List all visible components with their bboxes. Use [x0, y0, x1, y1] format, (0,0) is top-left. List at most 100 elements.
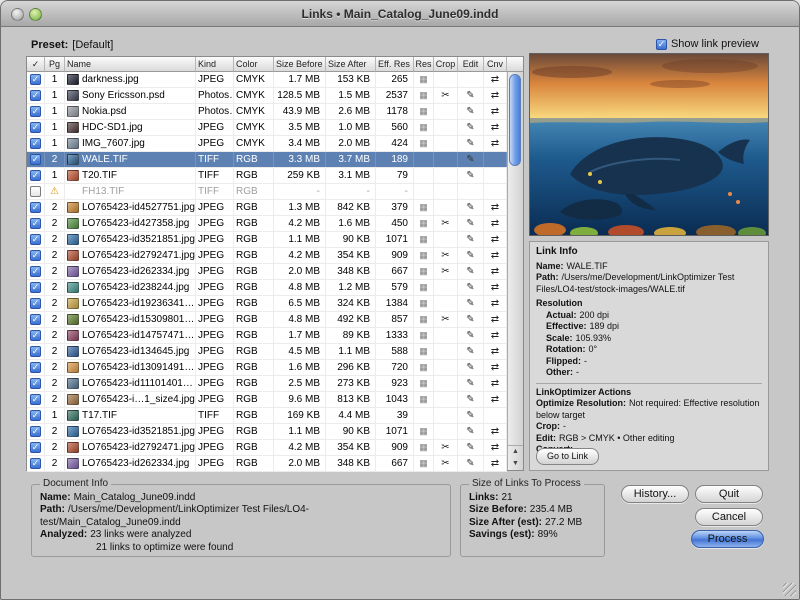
column-header-check[interactable]: ✓	[27, 57, 45, 72]
res-cell	[414, 184, 434, 199]
row-checkbox[interactable]: ✓	[30, 362, 41, 373]
row-checkbox[interactable]: ✓	[30, 298, 41, 309]
table-row[interactable]: ✓2LO765423-id13091491.jpgJPEGRGB1.6 MB29…	[27, 360, 507, 376]
row-checkbox[interactable]: ✓	[30, 218, 41, 229]
close-button[interactable]	[11, 8, 24, 21]
table-row[interactable]: ✓1T20.TIFTIFFRGB259 KB3.1 MB79✎	[27, 168, 507, 184]
table-row[interactable]: ✓1Sony Ericsson.psdPhotos…CMYK128.5 MB1.…	[27, 88, 507, 104]
table-row[interactable]: ✓1HDC-SD1.jpgJPEGCMYK3.5 MB1.0 MB560▦✎⇄	[27, 120, 507, 136]
kind-cell: TIFF	[196, 168, 234, 183]
eff-res-cell: 667	[376, 456, 414, 471]
row-checkbox[interactable]: ✓	[30, 90, 41, 101]
table-row[interactable]: ✓1Nokia.psdPhotos…CMYK43.9 MB2.6 MB1178▦…	[27, 104, 507, 120]
row-checkbox[interactable]: ✓	[30, 138, 41, 149]
crop-cell	[434, 392, 458, 407]
row-checkbox[interactable]: ✓	[30, 282, 41, 293]
column-header-eff-res[interactable]: Eff. Res	[376, 57, 414, 72]
file-thumbnail	[67, 154, 79, 165]
file-name: LO765423-id2792471.jpg	[82, 250, 195, 261]
show-link-preview[interactable]: ✓ Show link preview	[656, 38, 759, 50]
table-row[interactable]: ✓2LO765423-id19236341.jpgJPEGRGB6.5 MB32…	[27, 296, 507, 312]
pencil-icon: ✎	[466, 395, 474, 405]
table-scrollbar[interactable]: ▲ ▼	[507, 72, 523, 470]
table-row[interactable]: ✓2LO765423-id14757471.jpgJPEGRGB1.7 MB89…	[27, 328, 507, 344]
table-row[interactable]: ⚠FH13.TIFTIFFRGB---	[27, 184, 507, 200]
table-row[interactable]: ✓2LO765423-id262334.jpgJPEGRGB2.0 MB348 …	[27, 456, 507, 472]
row-checkbox[interactable]: ✓	[30, 122, 41, 133]
table-row[interactable]: ✓2LO765423-id427358.jpgJPEGRGB4.2 MB1.6 …	[27, 216, 507, 232]
file-thumbnail	[67, 362, 79, 373]
row-checkbox[interactable]: ✓	[30, 170, 41, 181]
preset-value[interactable]: [Default]	[72, 39, 113, 51]
table-row[interactable]: ✓2LO765423-id15309801.jpgJPEGRGB4.8 MB49…	[27, 312, 507, 328]
row-checkbox[interactable]: ✓	[30, 410, 41, 421]
table-row[interactable]: ✓2LO765423-id4527751.jpgJPEGRGB1.3 MB842…	[27, 200, 507, 216]
column-header-kind[interactable]: Kind	[196, 57, 234, 72]
table-row[interactable]: ✓2LO765423-id2792471.jpgJPEGRGB4.2 MB354…	[27, 440, 507, 456]
row-checkbox[interactable]: ✓	[30, 426, 41, 437]
page-number-cell: 2	[45, 376, 65, 391]
row-checkbox[interactable]	[30, 186, 41, 197]
column-header-res[interactable]: Res	[414, 57, 434, 72]
name-cell: LO765423-id4527751.jpg	[65, 200, 196, 215]
table-row[interactable]: ✓1T17.TIFTIFFRGB169 KB4.4 MB39✎	[27, 408, 507, 424]
table-row[interactable]: ✓2LO765423-id262334.jpgJPEGRGB2.0 MB348 …	[27, 264, 507, 280]
row-checkbox[interactable]: ✓	[30, 250, 41, 261]
file-name: darkness.jpg	[82, 74, 139, 85]
table-row[interactable]: ✓2LO765423-i…1_size4.jpgJPEGRGB9.6 MB813…	[27, 392, 507, 408]
row-checkbox[interactable]: ✓	[30, 378, 41, 389]
go-to-link-button[interactable]: Go to Link	[536, 448, 599, 466]
column-header-crop[interactable]: Crop	[434, 57, 458, 72]
crop-cell: ✂	[434, 248, 458, 263]
column-header-pg[interactable]: Pg	[45, 57, 65, 72]
row-checkbox[interactable]: ✓	[30, 442, 41, 453]
column-header-cnv[interactable]: Cnv	[484, 57, 507, 72]
history-button[interactable]: History...	[621, 485, 689, 503]
row-checkbox[interactable]: ✓	[30, 202, 41, 213]
table-row[interactable]: ✓2LO765423-id2792471.jpgJPEGRGB4.2 MB354…	[27, 248, 507, 264]
zoom-button[interactable]	[29, 8, 42, 21]
page-number-cell: 2	[45, 280, 65, 295]
row-checkbox[interactable]: ✓	[30, 330, 41, 341]
column-header-size-after[interactable]: Size After	[326, 57, 376, 72]
kind-cell: JPEG	[196, 232, 234, 247]
show-link-preview-checkbox[interactable]: ✓	[656, 39, 667, 50]
table-row[interactable]: ✓2LO765423-id11101401.jpgJPEGRGB2.5 MB27…	[27, 376, 507, 392]
column-header-color[interactable]: Color	[234, 57, 274, 72]
table-row[interactable]: ✓2LO765423-id3521851.jpgJPEGRGB1.1 MB90 …	[27, 424, 507, 440]
resolution-icon: ▦	[419, 91, 428, 100]
table-row[interactable]: ✓2LO765423-id3521851.jpgJPEGRGB1.1 MB90 …	[27, 232, 507, 248]
color-cell: RGB	[234, 184, 274, 199]
row-checkbox[interactable]: ✓	[30, 458, 41, 469]
row-checkbox[interactable]: ✓	[30, 346, 41, 357]
table-row[interactable]: ✓2LO765423-id134645.jpgJPEGRGB4.5 MB1.1 …	[27, 344, 507, 360]
row-checkbox[interactable]: ✓	[30, 314, 41, 325]
scroll-down-arrow-icon[interactable]: ▼	[508, 458, 523, 470]
quit-button[interactable]: Quit	[695, 485, 763, 503]
row-checkbox[interactable]: ✓	[30, 266, 41, 277]
cnv-cell: ⇄	[484, 216, 507, 231]
row-checkbox[interactable]: ✓	[30, 234, 41, 245]
process-button[interactable]: Process	[691, 530, 764, 548]
table-row[interactable]: ✓2WALE.TIFTIFFRGB3.3 MB3.7 MB189✎	[27, 152, 507, 168]
cancel-button[interactable]: Cancel	[695, 508, 763, 526]
row-checkbox[interactable]: ✓	[30, 74, 41, 85]
row-checkbox[interactable]: ✓	[30, 106, 41, 117]
pencil-icon: ✎	[466, 107, 474, 117]
table-row[interactable]: ✓2LO765423-id238244.jpgJPEGRGB4.8 MB1.2 …	[27, 280, 507, 296]
table-row[interactable]: ✓1IMG_7607.jpgJPEGCMYK3.4 MB2.0 MB424▦✎⇄	[27, 136, 507, 152]
file-name: LO765423-id262334.jpg	[82, 266, 189, 277]
column-header-name[interactable]: Name	[65, 57, 196, 72]
title-bar[interactable]: Links • Main_Catalog_June09.indd	[1, 1, 799, 27]
scroll-up-arrow-icon[interactable]: ▲	[508, 446, 523, 458]
row-checkbox[interactable]: ✓	[30, 154, 41, 165]
column-header-edit[interactable]: Edit	[458, 57, 484, 72]
size-after-cell: 1.0 MB	[326, 120, 376, 135]
table-row[interactable]: ✓1darkness.jpgJPEGCMYK1.7 MB153 KB265▦⇄	[27, 72, 507, 88]
scrollbar-thumb[interactable]	[509, 74, 521, 166]
row-checkbox[interactable]: ✓	[30, 394, 41, 405]
field-label: Flipped:	[546, 356, 581, 366]
page-number-cell: 2	[45, 296, 65, 311]
resize-grip[interactable]	[783, 583, 796, 596]
column-header-size-before[interactable]: Size Before	[274, 57, 326, 72]
